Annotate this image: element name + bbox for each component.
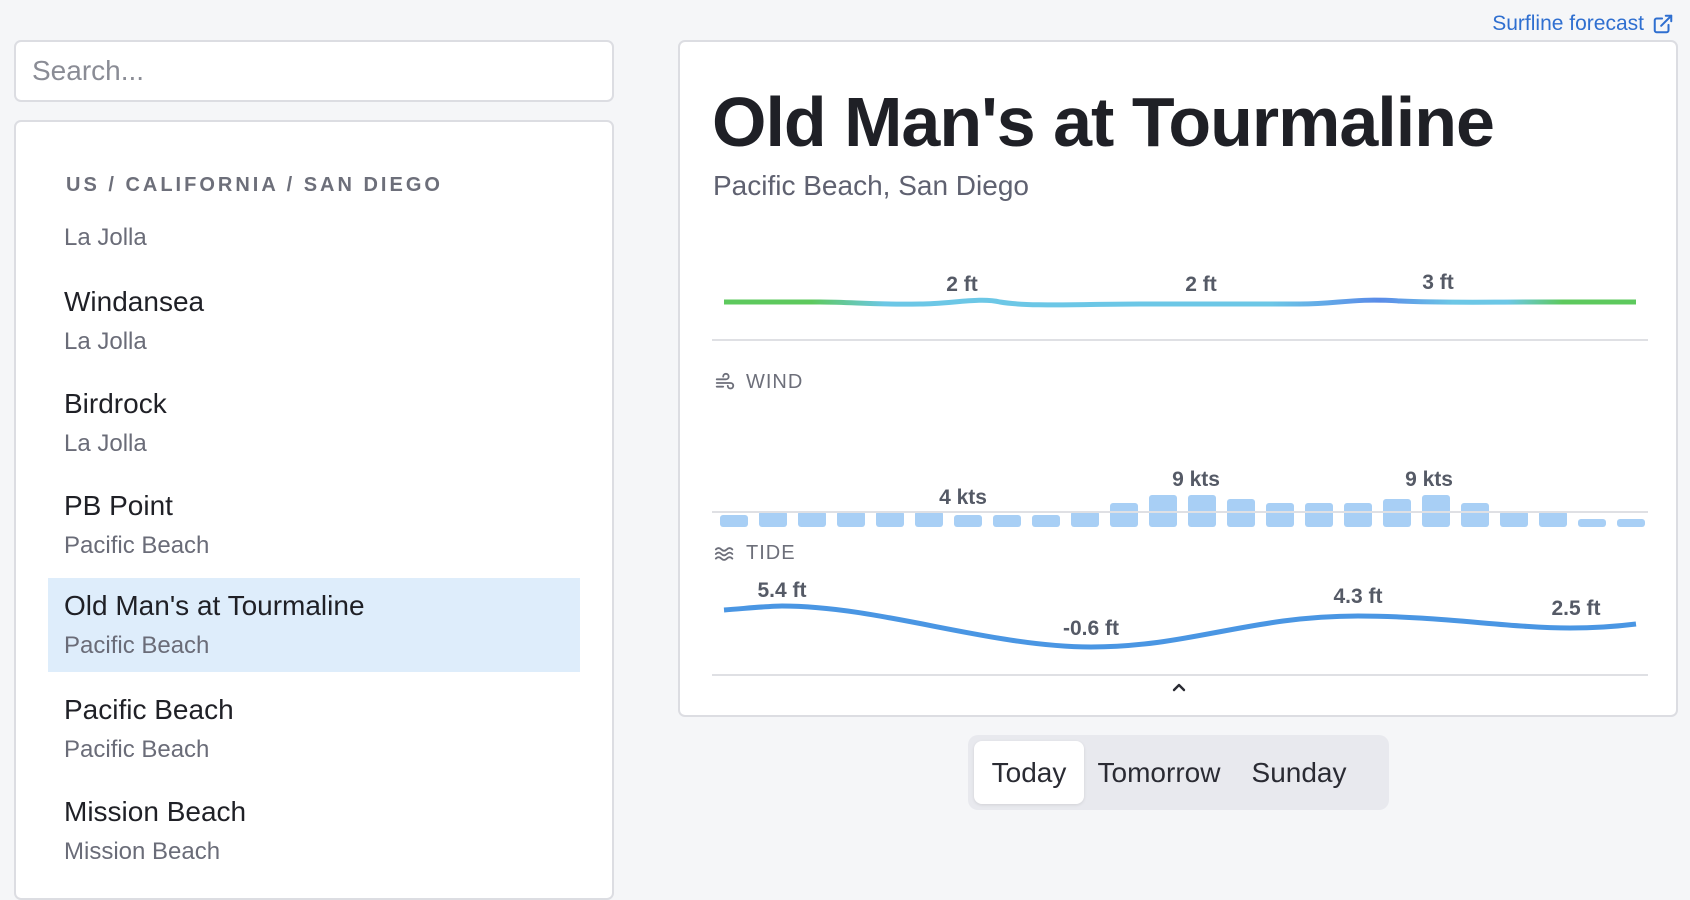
wind-bar — [1227, 499, 1255, 527]
tide-label-value: 5.4 ft — [757, 579, 806, 602]
wind-bar — [1617, 519, 1645, 527]
section-divider — [712, 339, 1648, 341]
surf-label: 2 ft — [946, 273, 978, 296]
surfline-forecast-link[interactable]: Surfline forecast — [1492, 12, 1674, 36]
wind-bar — [1305, 503, 1333, 527]
wind-bar — [1578, 519, 1606, 527]
wind-bar — [1461, 503, 1489, 527]
list-item[interactable]: Birdrock La Jolla — [48, 376, 580, 470]
spot-list[interactable]: US / CALIFORNIA / SAN DIEGO La Jolla Win… — [14, 120, 614, 900]
list-item-name: Pacific Beach — [64, 694, 234, 725]
wind-label-value: 9 kts — [1172, 468, 1220, 491]
list-item-sub: La Jolla — [64, 224, 147, 251]
region-breadcrumb: US / CALIFORNIA / SAN DIEGO — [66, 174, 443, 196]
wind-label: WIND — [746, 371, 804, 393]
spot-card: Old Man's at Tourmaline Pacific Beach, S… — [678, 40, 1678, 717]
list-item-sub: Pacific Beach — [64, 632, 210, 659]
list-item-sub: La Jolla — [64, 430, 147, 457]
list-item[interactable]: La Jolla — [48, 220, 580, 260]
wind-bar — [876, 511, 904, 527]
surf-height-chart: 2 ft 2 ft 3 ft — [724, 271, 1636, 308]
wind-bar — [915, 511, 943, 527]
tide-label-value: 2.5 ft — [1551, 597, 1600, 620]
list-item-selected[interactable]: Old Man's at Tourmaline Pacific Beach — [48, 578, 580, 672]
list-item-name: Old Man's at Tourmaline — [64, 590, 365, 621]
wind-bar — [1071, 511, 1099, 527]
wind-icon — [715, 372, 735, 389]
list-item[interactable]: PB Point Pacific Beach — [48, 478, 580, 572]
wind-label-value: 9 kts — [1405, 468, 1453, 491]
tide-line — [723, 603, 1637, 650]
surf-label: 3 ft — [1422, 271, 1454, 294]
wind-bar — [1539, 511, 1567, 527]
tide-label-value: 4.3 ft — [1333, 585, 1382, 608]
day-tab-tomorrow[interactable]: Tomorrow — [1084, 741, 1234, 804]
surfline-forecast-label: Surfline forecast — [1492, 12, 1644, 35]
wind-bar — [1110, 503, 1138, 527]
list-item-sub: Mission Beach — [64, 838, 221, 865]
list-item-name: Windansea — [64, 286, 205, 317]
day-tab-sunday[interactable]: Sunday — [1234, 741, 1364, 804]
tide-section-label: TIDE — [714, 542, 796, 565]
surf-label: 2 ft — [1185, 273, 1217, 296]
wind-bar — [1500, 511, 1528, 527]
wind-bar — [837, 511, 865, 527]
wind-label-value: 4 kts — [939, 486, 987, 509]
waves-icon — [714, 546, 734, 561]
search-input[interactable] — [16, 42, 612, 100]
external-link-icon — [1653, 14, 1673, 34]
wind-bar — [1383, 499, 1411, 527]
list-item[interactable]: Mission Beach Mission Beach — [48, 784, 580, 878]
day-selector[interactable]: Today Tomorrow Sunday — [968, 735, 1389, 810]
wind-bar — [1344, 503, 1372, 527]
wind-bar — [720, 515, 748, 527]
search-box[interactable] — [14, 40, 614, 102]
chevron-up-icon[interactable] — [1166, 680, 1192, 696]
list-item[interactable]: Windansea La Jolla — [48, 274, 580, 368]
wind-bar — [1032, 515, 1060, 527]
surf-height-line — [724, 297, 1636, 308]
wind-bar — [798, 511, 826, 527]
wind-section-label: WIND — [714, 371, 803, 394]
wind-bar — [993, 515, 1021, 527]
section-divider — [712, 674, 1648, 676]
list-item-name: PB Point — [64, 490, 173, 521]
tide-label-value: -0.6 ft — [1063, 617, 1119, 640]
tide-label: TIDE — [746, 542, 796, 564]
list-item[interactable]: Pacific Beach Pacific Beach — [48, 682, 580, 776]
day-tab-today[interactable]: Today — [974, 741, 1084, 804]
list-item-sub: La Jolla — [64, 328, 147, 355]
wind-bar — [1266, 503, 1294, 527]
section-divider — [712, 511, 1648, 513]
list-item-name: Birdrock — [64, 388, 167, 419]
wind-bar — [759, 511, 787, 527]
wind-bar — [954, 515, 982, 527]
list-item-name: Mission Beach — [64, 796, 247, 827]
list-item-sub: Pacific Beach — [64, 736, 210, 763]
list-item-sub: Pacific Beach — [64, 532, 210, 559]
